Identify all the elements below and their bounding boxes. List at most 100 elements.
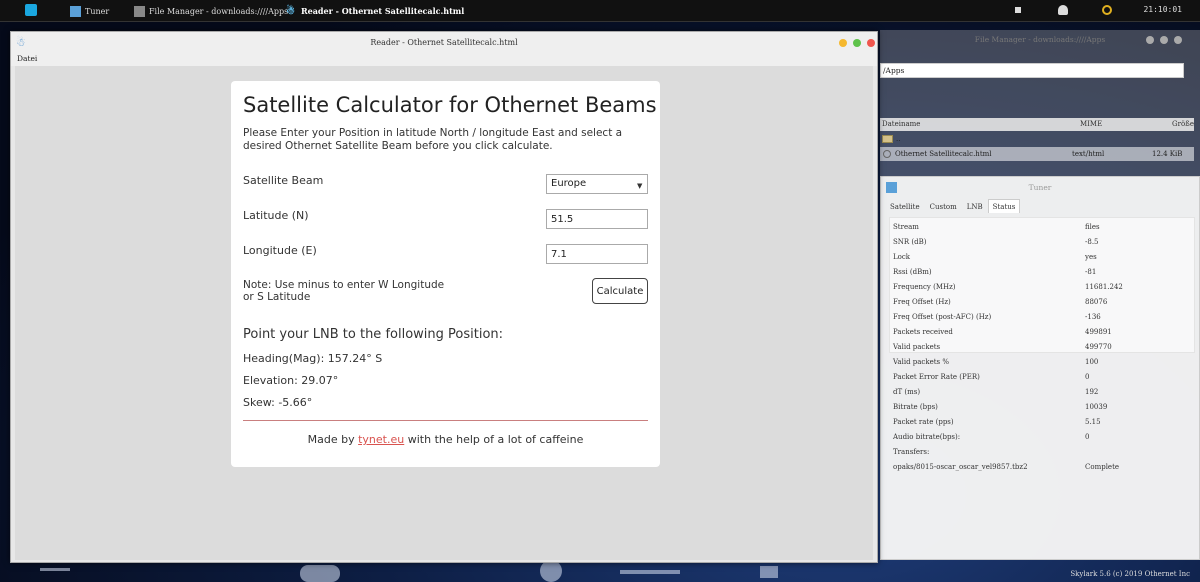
status-key: Valid packets <box>893 343 941 351</box>
minimize-button[interactable] <box>839 39 847 47</box>
status-value: yes <box>1085 253 1097 261</box>
file-name: .. <box>896 135 901 143</box>
status-row: Freq Offset (Hz) 88076 <box>893 295 1193 310</box>
status-row: Frequency (MHz) 11681.242 <box>893 280 1193 295</box>
status-row: Freq Offset (post-AFC) (Hz) -136 <box>893 310 1193 325</box>
taskbar-app-reader[interactable]: ☃ Reader - Othernet Satellitecalc.html <box>286 3 464 19</box>
system-tray-icon[interactable] <box>1015 7 1021 13</box>
status-row: Rssi (dBm) -81 <box>893 265 1193 280</box>
status-value: 0 <box>1085 373 1090 381</box>
status-row: Transfers: <box>893 445 1193 460</box>
intro-text: Please Enter your Position in latitude N… <box>243 127 623 152</box>
window-title: Reader - Othernet Satellitecalc.html <box>370 38 518 47</box>
skew-result: Skew: -5.66° <box>243 396 313 409</box>
status-value: -136 <box>1085 313 1101 321</box>
note-text: Note: Use minus to enter W Longitude or … <box>243 279 445 303</box>
taskbar-app-label: File Manager - downloads:////Apps <box>149 6 289 16</box>
status-row: Lock yes <box>893 250 1193 265</box>
taskbar-app-tuner[interactable]: Tuner <box>70 3 109 19</box>
beam-select[interactable]: Europe <box>546 174 648 194</box>
reader-icon: ☃ <box>286 5 295 17</box>
status-row: Audio bitrate(bps): 0 <box>893 430 1193 445</box>
footer: Made by tynet.eu with the help of a lot … <box>231 433 660 446</box>
elevation-result: Elevation: 29.07° <box>243 374 339 387</box>
close-button[interactable] <box>1174 36 1182 44</box>
status-row: Valid packets 499770 <box>893 340 1193 355</box>
close-button[interactable] <box>867 39 875 47</box>
file-name: Othernet Satellitecalc.html <box>895 150 992 158</box>
status-value: 11681.242 <box>1085 283 1123 291</box>
calculator-card: Satellite Calculator for Othernet Beams … <box>231 81 660 467</box>
status-value: -81 <box>1085 268 1097 276</box>
transfer-status: Complete <box>1085 463 1120 471</box>
tuner-icon <box>886 182 897 193</box>
status-value: 0 <box>1085 433 1090 441</box>
taskbar-app-label: Tuner <box>85 6 110 16</box>
taskbar: Tuner File Manager - downloads:////Apps … <box>0 0 1200 22</box>
tab-custom[interactable]: Custom <box>925 199 962 213</box>
status-key: Transfers: <box>893 448 930 456</box>
status-bar: Skylark 5.6 (c) 2019 Othernet Inc <box>1070 570 1190 578</box>
heading-result: Heading(Mag): 157.24° S <box>243 352 383 365</box>
tynet-link[interactable]: tynet.eu <box>358 433 404 446</box>
column-name[interactable]: Dateiname <box>882 118 920 131</box>
start-icon[interactable] <box>25 4 37 16</box>
minimize-button[interactable] <box>1146 36 1154 44</box>
status-row: Valid packets % 100 <box>893 355 1193 370</box>
column-header: Dateiname MIME Größe <box>880 118 1194 131</box>
transfer-row: opaks/8015-oscar_oscar_vel9857.tbz2 Compl… <box>893 460 1193 475</box>
tab-lnb[interactable]: LNB <box>962 199 988 213</box>
status-key: SNR (dB) <box>893 238 927 246</box>
status-value: 5.15 <box>1085 418 1101 426</box>
maximize-button[interactable] <box>853 39 861 47</box>
menu-datei[interactable]: Datei <box>17 54 37 63</box>
reader-window[interactable]: ☃ Reader - Othernet Satellitecalc.html D… <box>10 31 878 563</box>
menu-bar: Datei <box>11 54 877 66</box>
status-key: Packet rate (pps) <box>893 418 954 426</box>
footer-text: Made by <box>307 433 355 446</box>
file-mime: text/html <box>1072 150 1105 158</box>
status-value: 192 <box>1085 388 1099 396</box>
user-icon[interactable] <box>1058 5 1068 15</box>
folder-icon <box>882 135 893 143</box>
tab-status[interactable]: Status <box>987 199 1021 213</box>
window-title: Tuner <box>1028 183 1052 192</box>
longitude-label: Longitude (E) <box>243 244 317 257</box>
status-row: SNR (dB) -8.5 <box>893 235 1193 250</box>
maximize-button[interactable] <box>1160 36 1168 44</box>
status-key: Lock <box>893 253 911 261</box>
title-bar[interactable]: ☃ Reader - Othernet Satellitecalc.html <box>11 32 877 54</box>
file-size: 12.4 KiB <box>1152 150 1183 158</box>
status-row: Packets received 499891 <box>893 325 1193 340</box>
status-key: Freq Offset (Hz) <box>893 298 951 306</box>
longitude-input[interactable] <box>546 244 648 264</box>
status-key: Packets received <box>893 328 953 336</box>
search-icon[interactable] <box>1102 5 1112 15</box>
tuner-tabs: Satellite Custom LNB Status <box>885 199 1021 213</box>
column-mime[interactable]: MIME <box>1080 118 1102 131</box>
file-row[interactable]: Othernet Satellitecalc.html text/html 12… <box>880 147 1194 161</box>
status-row: Packet Error Rate (PER) 0 <box>893 370 1193 385</box>
status-key: Rssi (dBm) <box>893 268 932 276</box>
file-row[interactable]: .. <box>880 132 1194 146</box>
tuner-window[interactable]: Tuner Satellite Custom LNB Status Stream… <box>880 176 1200 560</box>
tab-satellite[interactable]: Satellite <box>885 199 925 213</box>
column-size[interactable]: Größe <box>1172 118 1194 131</box>
path-input[interactable]: /Apps <box>880 63 1184 78</box>
html-file-icon <box>883 150 891 158</box>
status-value: 100 <box>1085 358 1099 366</box>
taskbar-app-label: Reader - Othernet Satellitecalc.html <box>301 6 465 16</box>
taskbar-app-file-manager[interactable]: File Manager - downloads:////Apps <box>134 3 288 19</box>
transfer-file: opaks/8015-oscar_oscar_vel9857.tbz2 <box>893 463 1028 471</box>
status-key: Frequency (MHz) <box>893 283 956 291</box>
status-row: Stream files <box>893 220 1193 235</box>
latitude-input[interactable] <box>546 209 648 229</box>
status-row: Packet rate (pps) 5.15 <box>893 415 1193 430</box>
tuner-icon <box>70 5 81 17</box>
status-value: 499770 <box>1085 343 1112 351</box>
divider <box>243 420 648 421</box>
calculate-button[interactable]: Calculate <box>592 278 648 304</box>
status-key: Audio bitrate(bps): <box>893 433 961 441</box>
status-key: Stream <box>893 223 919 231</box>
status-value: 10039 <box>1085 403 1108 411</box>
